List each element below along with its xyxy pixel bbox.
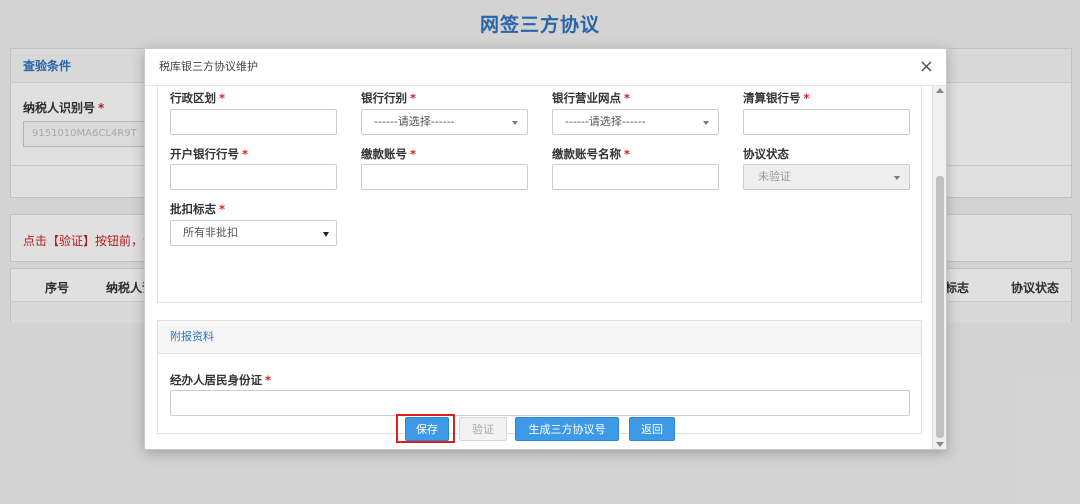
bank-type-label: 银行行别 * <box>361 91 417 105</box>
chevron-down-icon <box>703 121 709 125</box>
payment-account-input[interactable] <box>361 164 528 190</box>
batch-flag-label: 批扣标志 * <box>170 202 226 216</box>
open-bank-no-label: 开户银行行号 * <box>170 147 249 161</box>
chevron-down-icon <box>894 176 900 180</box>
attachments-heading: 附报资料 <box>158 321 921 354</box>
scroll-down-icon[interactable] <box>936 442 944 447</box>
open-bank-no-input[interactable] <box>170 164 337 190</box>
scroll-thumb[interactable] <box>936 176 944 438</box>
payment-account-name-input[interactable] <box>552 164 719 190</box>
agreement-status-label: 协议状态 <box>743 147 789 161</box>
verify-button[interactable]: 验证 <box>459 417 507 441</box>
batch-flag-select[interactable]: 所有非批扣 <box>170 220 337 246</box>
agreement-form: 行政区划 * 银行行别 * ------请选择------ 银行营业网点 * ----… <box>157 86 922 303</box>
generate-agreement-button[interactable]: 生成三方协议号 <box>515 417 619 441</box>
save-button[interactable]: 保存 <box>405 417 449 441</box>
clearing-bank-no-input[interactable] <box>743 109 910 135</box>
bank-type-value: ------请选择------ <box>374 115 455 128</box>
clearing-bank-no-label: 清算银行号 * <box>743 91 810 105</box>
bank-outlet-value: ------请选择------ <box>565 115 646 128</box>
modal-scrollbar[interactable] <box>932 86 946 449</box>
payment-account-label: 缴款账号 * <box>361 147 417 161</box>
close-icon[interactable]: × <box>919 49 934 85</box>
payment-account-name-label: 缴款账号名称 * <box>552 147 631 161</box>
modal-title: 税库银三方协议维护 <box>159 60 258 73</box>
batch-flag-value: 所有非批扣 <box>183 226 238 239</box>
agent-id-label: 经办人居民身份证 * <box>170 373 272 387</box>
admin-region-input[interactable] <box>170 109 337 135</box>
agreement-modal: 税库银三方协议维护 × 行政区划 * 银行行别 * ------请选择------ … <box>144 48 947 450</box>
modal-header: 税库银三方协议维护 × <box>145 49 946 86</box>
modal-body: 行政区划 * 银行行别 * ------请选择------ 银行营业网点 * ----… <box>145 86 934 449</box>
admin-region-label: 行政区划 * <box>170 91 226 105</box>
bank-outlet-label: 银行营业网点 * <box>552 91 631 105</box>
agent-id-input[interactable] <box>170 390 910 416</box>
agreement-status-select: 未验证 <box>743 164 910 190</box>
back-button[interactable]: 返回 <box>629 417 675 441</box>
bank-outlet-select[interactable]: ------请选择------ <box>552 109 719 135</box>
bank-type-select[interactable]: ------请选择------ <box>361 109 528 135</box>
chevron-down-icon <box>512 121 518 125</box>
chevron-down-icon <box>323 232 329 237</box>
scroll-up-icon[interactable] <box>936 88 944 93</box>
agreement-status-value: 未验证 <box>758 170 791 183</box>
